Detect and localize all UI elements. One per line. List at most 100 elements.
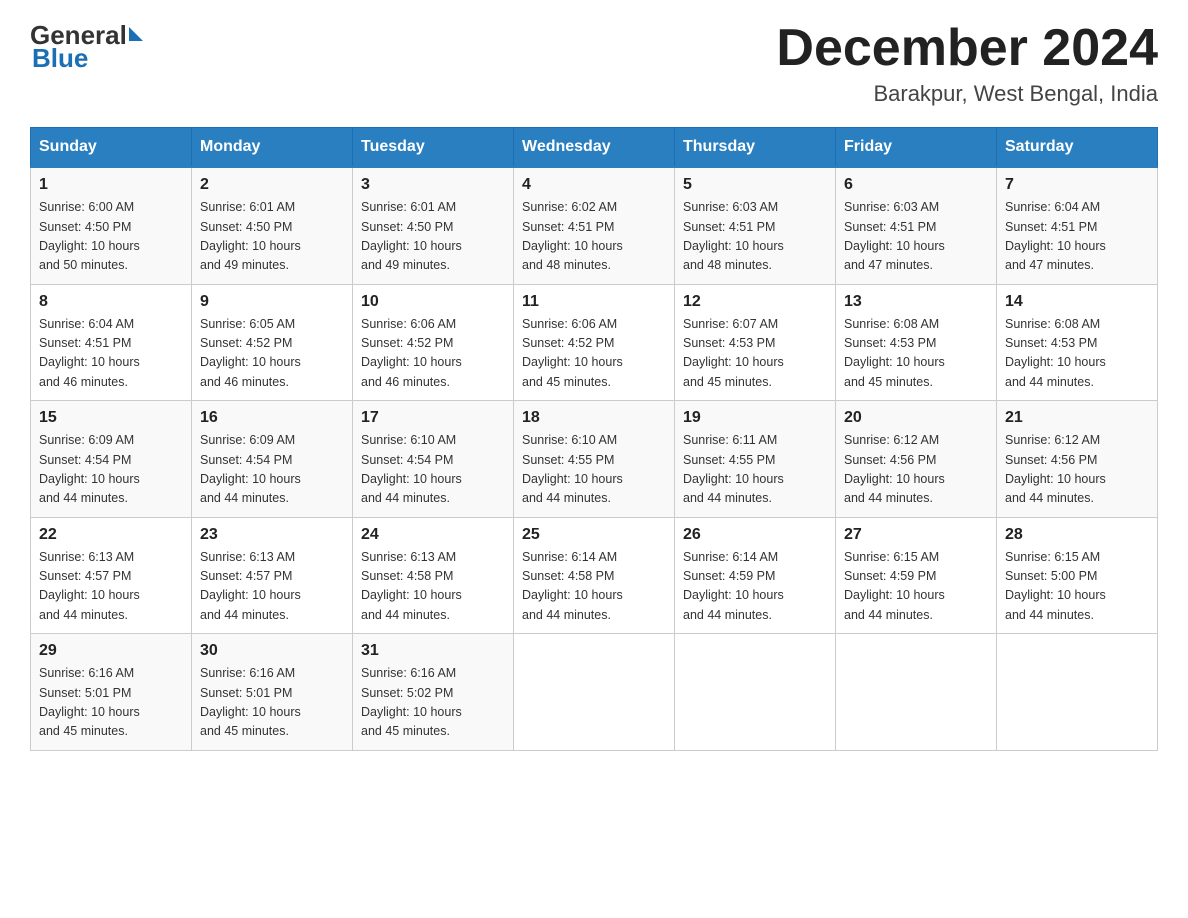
- day-number: 1: [39, 176, 183, 194]
- header-cell-sunday: Sunday: [31, 128, 192, 168]
- calendar-table: SundayMondayTuesdayWednesdayThursdayFrid…: [30, 127, 1158, 751]
- calendar-cell: 29 Sunrise: 6:16 AMSunset: 5:01 PMDayligh…: [31, 634, 192, 751]
- calendar-cell: 14Sunrise: 6:08 AMSunset: 4:53 PMDayligh…: [997, 284, 1158, 401]
- day-info: Sunrise: 6:14 AMSunset: 4:59 PMDaylight:…: [683, 548, 827, 626]
- day-number: 23: [200, 526, 344, 544]
- day-info: Sunrise: 6:08 AMSunset: 4:53 PMDaylight:…: [844, 315, 988, 393]
- day-info: Sunrise: 6:13 AMSunset: 4:57 PMDaylight:…: [39, 548, 183, 626]
- calendar-cell: 10 Sunrise: 6:06 AMSunset: 4:52 PMDayligh…: [353, 284, 514, 401]
- day-number: 4: [522, 176, 666, 194]
- day-number: 19: [683, 409, 827, 427]
- day-info: Sunrise: 6:05 AMSunset: 4:52 PMDaylight:…: [200, 315, 344, 393]
- day-number: 6: [844, 176, 988, 194]
- day-info: Sunrise: 6:03 AMSunset: 4:51 PMDaylight:…: [683, 198, 827, 276]
- calendar-cell: [675, 634, 836, 751]
- day-number: 3: [361, 176, 505, 194]
- day-info: Sunrise: 6:04 AMSunset: 4:51 PMDaylight:…: [1005, 198, 1149, 276]
- day-info: Sunrise: 6:01 AMSunset: 4:50 PMDaylight:…: [200, 198, 344, 276]
- day-info: Sunrise: 6:10 AMSunset: 4:55 PMDaylight:…: [522, 431, 666, 509]
- calendar-cell: 24 Sunrise: 6:13 AMSunset: 4:58 PMDayligh…: [353, 517, 514, 634]
- calendar-row-week-5: 29 Sunrise: 6:16 AMSunset: 5:01 PMDayligh…: [31, 634, 1158, 751]
- day-info: Sunrise: 6:00 AMSunset: 4:50 PMDaylight:…: [39, 198, 183, 276]
- calendar-cell: 2 Sunrise: 6:01 AMSunset: 4:50 PMDaylight…: [192, 167, 353, 284]
- day-number: 24: [361, 526, 505, 544]
- day-number: 22: [39, 526, 183, 544]
- calendar-cell: 11 Sunrise: 6:06 AMSunset: 4:52 PMDayligh…: [514, 284, 675, 401]
- day-number: 2: [200, 176, 344, 194]
- logo: General Blue: [30, 20, 143, 74]
- day-info: Sunrise: 6:09 AMSunset: 4:54 PMDaylight:…: [39, 431, 183, 509]
- day-number: 10: [361, 293, 505, 311]
- day-info: Sunrise: 6:02 AMSunset: 4:51 PMDaylight:…: [522, 198, 666, 276]
- day-number: 11: [522, 293, 666, 311]
- calendar-cell: 17Sunrise: 6:10 AMSunset: 4:54 PMDayligh…: [353, 401, 514, 518]
- calendar-cell: 13Sunrise: 6:08 AMSunset: 4:53 PMDayligh…: [836, 284, 997, 401]
- day-info: Sunrise: 6:11 AMSunset: 4:55 PMDaylight:…: [683, 431, 827, 509]
- day-number: 15: [39, 409, 183, 427]
- calendar-cell: 22 Sunrise: 6:13 AMSunset: 4:57 PMDayligh…: [31, 517, 192, 634]
- header-cell-saturday: Saturday: [997, 128, 1158, 168]
- day-info: Sunrise: 6:03 AMSunset: 4:51 PMDaylight:…: [844, 198, 988, 276]
- day-info: Sunrise: 6:09 AMSunset: 4:54 PMDaylight:…: [200, 431, 344, 509]
- logo-blue-text: Blue: [30, 43, 88, 74]
- day-info: Sunrise: 6:06 AMSunset: 4:52 PMDaylight:…: [522, 315, 666, 393]
- day-info: Sunrise: 6:12 AMSunset: 4:56 PMDaylight:…: [1005, 431, 1149, 509]
- day-info: Sunrise: 6:12 AMSunset: 4:56 PMDaylight:…: [844, 431, 988, 509]
- day-number: 9: [200, 293, 344, 311]
- header-cell-thursday: Thursday: [675, 128, 836, 168]
- calendar-row-week-3: 15 Sunrise: 6:09 AMSunset: 4:54 PMDayligh…: [31, 401, 1158, 518]
- day-number: 25: [522, 526, 666, 544]
- day-number: 14: [1005, 293, 1149, 311]
- day-info: Sunrise: 6:15 AMSunset: 5:00 PMDaylight:…: [1005, 548, 1149, 626]
- day-info: Sunrise: 6:10 AMSunset: 4:54 PMDaylight:…: [361, 431, 505, 509]
- day-number: 31: [361, 642, 505, 660]
- day-number: 20: [844, 409, 988, 427]
- calendar-cell: 16 Sunrise: 6:09 AMSunset: 4:54 PMDayligh…: [192, 401, 353, 518]
- day-info: Sunrise: 6:13 AMSunset: 4:57 PMDaylight:…: [200, 548, 344, 626]
- day-info: Sunrise: 6:14 AMSunset: 4:58 PMDaylight:…: [522, 548, 666, 626]
- day-number: 8: [39, 293, 183, 311]
- calendar-cell: 4 Sunrise: 6:02 AMSunset: 4:51 PMDaylight…: [514, 167, 675, 284]
- day-number: 21: [1005, 409, 1149, 427]
- day-number: 29: [39, 642, 183, 660]
- day-info: Sunrise: 6:01 AMSunset: 4:50 PMDaylight:…: [361, 198, 505, 276]
- day-number: 12: [683, 293, 827, 311]
- calendar-cell: 21 Sunrise: 6:12 AMSunset: 4:56 PMDayligh…: [997, 401, 1158, 518]
- header-row: SundayMondayTuesdayWednesdayThursdayFrid…: [31, 128, 1158, 168]
- day-number: 7: [1005, 176, 1149, 194]
- day-info: Sunrise: 6:04 AMSunset: 4:51 PMDaylight:…: [39, 315, 183, 393]
- calendar-body: 1 Sunrise: 6:00 AMSunset: 4:50 PMDaylight…: [31, 167, 1158, 750]
- calendar-cell: 6 Sunrise: 6:03 AMSunset: 4:51 PMDaylight…: [836, 167, 997, 284]
- calendar-cell: 19 Sunrise: 6:11 AMSunset: 4:55 PMDayligh…: [675, 401, 836, 518]
- calendar-cell: 12Sunrise: 6:07 AMSunset: 4:53 PMDayligh…: [675, 284, 836, 401]
- calendar-cell: 20 Sunrise: 6:12 AMSunset: 4:56 PMDayligh…: [836, 401, 997, 518]
- calendar-cell: 8 Sunrise: 6:04 AMSunset: 4:51 PMDaylight…: [31, 284, 192, 401]
- day-info: Sunrise: 6:06 AMSunset: 4:52 PMDaylight:…: [361, 315, 505, 393]
- day-info: Sunrise: 6:16 AMSunset: 5:01 PMDaylight:…: [200, 664, 344, 742]
- day-number: 16: [200, 409, 344, 427]
- calendar-cell: 23 Sunrise: 6:13 AMSunset: 4:57 PMDayligh…: [192, 517, 353, 634]
- calendar-cell: [997, 634, 1158, 751]
- calendar-row-week-4: 22 Sunrise: 6:13 AMSunset: 4:57 PMDayligh…: [31, 517, 1158, 634]
- day-info: Sunrise: 6:16 AMSunset: 5:02 PMDaylight:…: [361, 664, 505, 742]
- calendar-cell: 28 Sunrise: 6:15 AMSunset: 5:00 PMDayligh…: [997, 517, 1158, 634]
- calendar-cell: 1 Sunrise: 6:00 AMSunset: 4:50 PMDaylight…: [31, 167, 192, 284]
- page-header: General Blue December 2024 Barakpur, Wes…: [30, 20, 1158, 107]
- day-info: Sunrise: 6:13 AMSunset: 4:58 PMDaylight:…: [361, 548, 505, 626]
- calendar-cell: 31 Sunrise: 6:16 AMSunset: 5:02 PMDayligh…: [353, 634, 514, 751]
- location-text: Barakpur, West Bengal, India: [776, 81, 1158, 107]
- calendar-cell: 9 Sunrise: 6:05 AMSunset: 4:52 PMDaylight…: [192, 284, 353, 401]
- calendar-cell: [836, 634, 997, 751]
- day-info: Sunrise: 6:16 AMSunset: 5:01 PMDaylight:…: [39, 664, 183, 742]
- logo-triangle-icon: [129, 27, 143, 41]
- day-info: Sunrise: 6:15 AMSunset: 4:59 PMDaylight:…: [844, 548, 988, 626]
- header-cell-friday: Friday: [836, 128, 997, 168]
- header-cell-monday: Monday: [192, 128, 353, 168]
- calendar-cell: 5 Sunrise: 6:03 AMSunset: 4:51 PMDaylight…: [675, 167, 836, 284]
- title-block: December 2024 Barakpur, West Bengal, Ind…: [776, 20, 1158, 107]
- calendar-cell: 3 Sunrise: 6:01 AMSunset: 4:50 PMDaylight…: [353, 167, 514, 284]
- day-number: 5: [683, 176, 827, 194]
- day-number: 28: [1005, 526, 1149, 544]
- month-title: December 2024: [776, 20, 1158, 77]
- header-cell-tuesday: Tuesday: [353, 128, 514, 168]
